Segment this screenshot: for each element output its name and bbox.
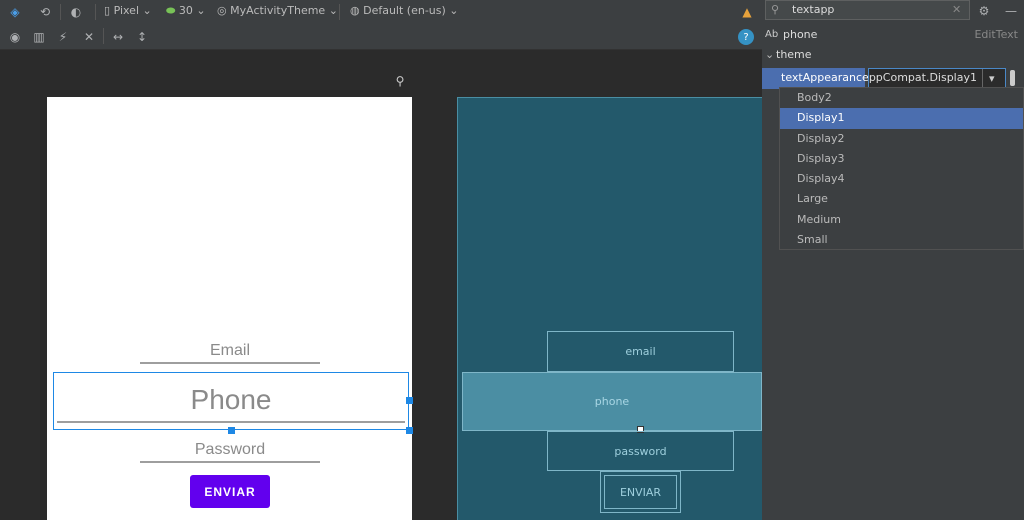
globe-icon: ◍ (350, 4, 360, 17)
dropdown-option[interactable]: Display4 (780, 169, 1023, 189)
chevron-down-icon: ⌄ (449, 4, 459, 17)
horizontal-expand-icon[interactable]: ↔ (109, 28, 127, 46)
margins-icon[interactable]: ▥ (30, 28, 48, 46)
locale-selector[interactable]: ◍ Default (en-us) ⌄ (350, 0, 459, 24)
theme-icon: ◎ (217, 4, 227, 17)
orientation-icon[interactable]: ⟲ (36, 3, 54, 21)
view-options-toolbar: ◉ ▥ ⚡ ✕ ↔ ↕ ? (0, 24, 762, 50)
warning-icon[interactable]: ▲ (739, 3, 755, 21)
gear-icon[interactable]: ⚙ (975, 2, 993, 20)
property-value-input[interactable]: AppCompat.Display1 ▾ (868, 68, 1006, 89)
phone-icon: ▯ (104, 4, 111, 17)
resize-handle-right[interactable] (406, 397, 413, 404)
email-underline (140, 362, 320, 364)
password-underline (140, 461, 320, 463)
theme-selector[interactable]: ◎ MyActivityTheme ⌄ (217, 0, 338, 24)
blueprint-button-outer[interactable]: ENVIAR (600, 471, 681, 513)
chevron-down-icon: ⌄ (142, 4, 152, 17)
api-label: 30 (178, 4, 193, 17)
layers-icon[interactable]: ◈ (6, 3, 24, 21)
night-mode-icon[interactable]: ◐ (67, 3, 85, 21)
clear-constraints-icon[interactable]: ✕ (80, 28, 98, 46)
text-appearance-row[interactable]: textAppearance AppCompat.Display1 ▾ (762, 68, 1024, 89)
chevron-down-icon: ⌄ (196, 4, 206, 17)
dropdown-option[interactable]: Display2 (780, 129, 1023, 149)
component-header: Ab phone EditText (762, 25, 1024, 45)
text-appearance-dropdown[interactable]: Body2 Display1 Display2 Display3 Display… (779, 87, 1024, 250)
wrench-icon[interactable]: ⚲ (394, 73, 406, 89)
phone-field[interactable]: Phone (53, 384, 409, 416)
blueprint-password[interactable]: password (547, 431, 734, 471)
resize-handle-bottom[interactable] (228, 427, 235, 434)
property-name: textAppearance (781, 71, 869, 84)
password-field[interactable]: Password (140, 441, 320, 459)
chevron-down-icon: ⌄ (765, 48, 775, 61)
search-input[interactable]: textapp (792, 3, 834, 16)
phone-underline (57, 421, 405, 423)
blueprint-email[interactable]: email (547, 331, 734, 372)
clear-icon[interactable]: ✕ (952, 3, 961, 16)
email-field[interactable]: Email (140, 342, 320, 360)
edittext-icon: Ab (765, 29, 779, 40)
chevron-down-icon: ⌄ (328, 4, 338, 17)
api-selector[interactable]: ⬬ 30 ⌄ (166, 0, 206, 24)
chevron-down-icon[interactable]: ▾ (989, 69, 995, 88)
scrollbar-thumb[interactable] (1010, 70, 1015, 86)
dropdown-option[interactable]: Small (780, 230, 1023, 250)
device-label: Pixel (113, 4, 140, 17)
attribute-search[interactable]: ⚲ textapp ✕ (765, 0, 970, 20)
design-toolbar: ◈ ⟲ ◐ ▯ Pixel ⌄ ⬬ 30 ⌄ ◎ MyActivityTheme… (0, 0, 762, 24)
device-selector[interactable]: ▯ Pixel ⌄ (104, 0, 152, 24)
section-label: theme (776, 48, 812, 61)
property-value-text: AppCompat.Display1 (868, 71, 977, 84)
theme-section[interactable]: ⌄ theme (762, 45, 1024, 65)
component-type: EditText (974, 28, 1018, 41)
eye-icon[interactable]: ◉ (6, 28, 24, 46)
dropdown-option[interactable]: Large (780, 189, 1023, 209)
locale-label: Default (en-us) (363, 4, 446, 17)
component-name: phone (783, 28, 818, 41)
dropdown-option-selected[interactable]: Display1 (780, 108, 1023, 129)
dropdown-option[interactable]: Display3 (780, 149, 1023, 169)
blueprint-button: ENVIAR (604, 475, 677, 509)
minimize-icon[interactable]: — (1002, 2, 1020, 20)
theme-label: MyActivityTheme (230, 4, 326, 17)
autoconnect-off-icon[interactable]: ⚡ (54, 28, 72, 46)
dropdown-option[interactable]: Body2 (780, 88, 1023, 108)
blueprint-phone[interactable]: phone (462, 372, 762, 431)
search-icon: ⚲ (771, 3, 780, 16)
resize-handle-corner[interactable] (406, 427, 413, 434)
vertical-expand-icon[interactable]: ↕ (133, 28, 151, 46)
android-icon: ⬬ (166, 4, 176, 17)
help-icon[interactable]: ? (738, 29, 754, 45)
dropdown-option[interactable]: Medium (780, 210, 1023, 230)
enviar-button[interactable]: ENVIAR (190, 475, 270, 508)
